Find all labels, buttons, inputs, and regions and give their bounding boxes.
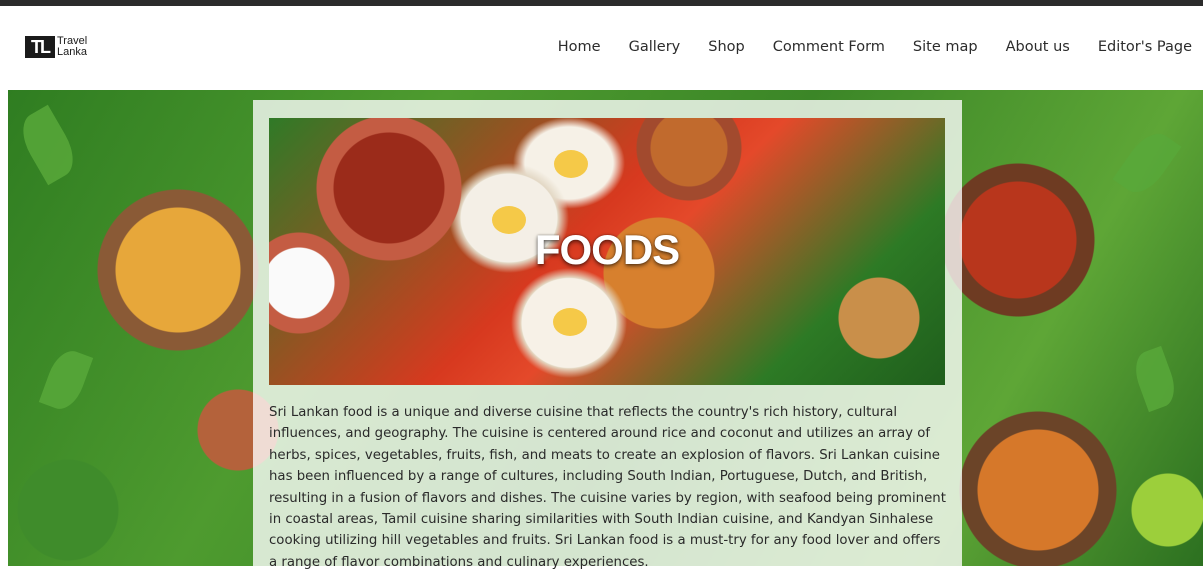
nav-home[interactable]: Home [558, 39, 601, 55]
banner-title: FOODS [534, 226, 680, 273]
egg-yolk [553, 308, 587, 336]
egg-yolk [554, 150, 588, 178]
foods-banner-image: FOODS [269, 118, 945, 385]
logo-mark: TL [25, 36, 55, 58]
main-nav: Home Gallery Shop Comment Form Site map … [530, 39, 1192, 55]
nav-site-map[interactable]: Site map [913, 39, 978, 55]
nav-shop[interactable]: Shop [708, 39, 744, 55]
nav-editors-page[interactable]: Editor's Page [1098, 39, 1192, 55]
leaf-decoration [1129, 345, 1181, 413]
leaf-decoration [1112, 125, 1182, 201]
nav-about-us[interactable]: About us [1006, 39, 1070, 55]
nav-gallery[interactable]: Gallery [629, 39, 681, 55]
nav-comment-form[interactable]: Comment Form [773, 39, 885, 55]
leaf-decoration [13, 104, 83, 186]
site-header: TL Travel Lanka Home Gallery Shop Commen… [0, 6, 1203, 90]
logo-text: Travel Lanka [57, 36, 87, 58]
leaf-decoration [38, 345, 94, 415]
article-text: Sri Lankan food is a unique and diverse … [269, 405, 946, 570]
logo-text-line2: Lanka [57, 46, 87, 58]
site-logo[interactable]: TL Travel Lanka [25, 36, 87, 58]
